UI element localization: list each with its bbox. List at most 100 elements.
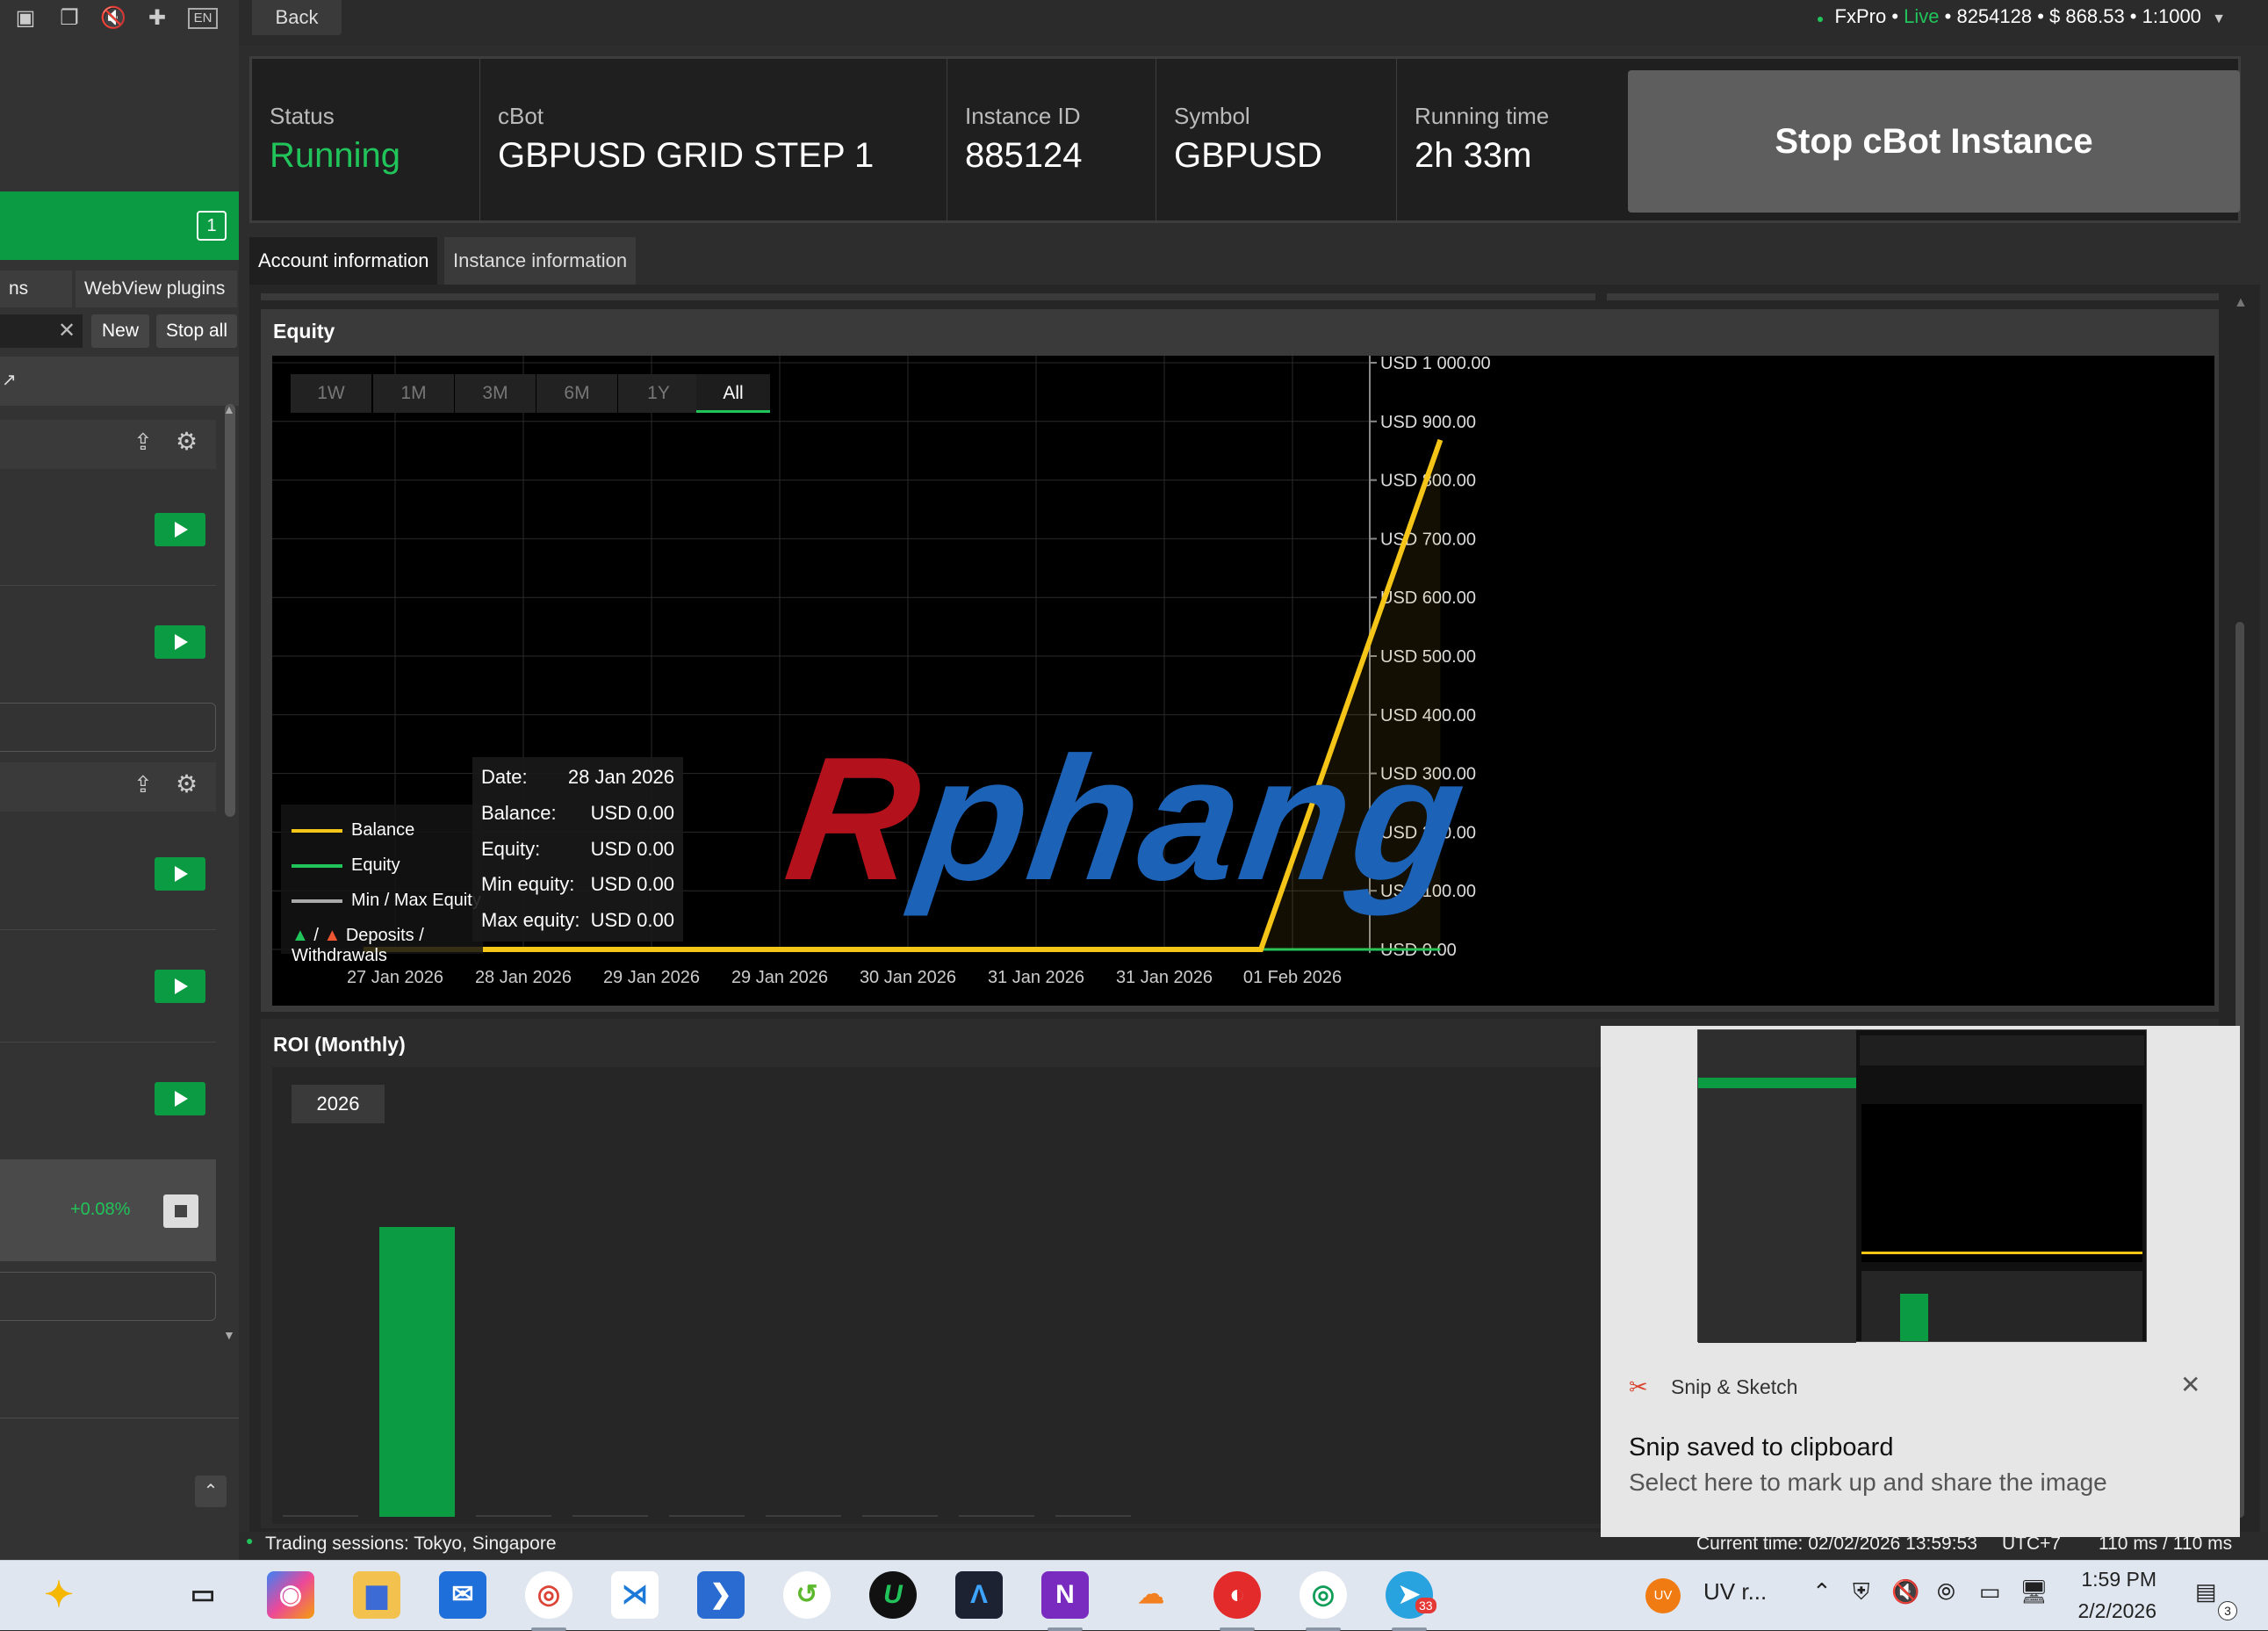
settings-icon[interactable]: ⚙ [176,769,198,798]
instance-pnl: +0.08% [70,1200,131,1219]
legend-balance: Balance [292,820,414,841]
tab-instance-information[interactable]: Instance information [444,237,637,285]
collapsed-panel-strip [1607,293,2219,300]
tab-account-information[interactable]: Account information [249,237,438,285]
roi-chart-svg [283,1227,1131,1517]
battery-icon[interactable]: ▭ [1979,1578,2001,1606]
roi-year-button[interactable]: 2026 [292,1085,385,1123]
play-button[interactable] [155,513,205,546]
volume-mute-icon[interactable]: 🔇 [1891,1578,1919,1606]
notification-count: 3 [2218,1601,2237,1620]
y-tick-label: USD 1 000.00 [1380,356,1491,373]
onenote-icon[interactable]: N [1041,1571,1089,1619]
snip-thumbnail[interactable] [1697,1029,2147,1343]
cloudflare-icon[interactable]: ☁ [1127,1571,1175,1619]
play-button[interactable] [155,970,205,1003]
play-button[interactable] [155,1082,205,1115]
tab-plugins-partial[interactable]: ns [0,271,72,307]
play-button[interactable] [155,625,205,659]
settings-icon[interactable]: ⚙ [176,427,198,456]
cbot-list-header[interactable] [0,357,239,406]
windows-taskbar: ✦ ▭ ◉ ▆ ✉ ◎ ⋊ ❯ ↺ U Λ N ☁ ◐ ◎ ➤ 33 UV UV… [0,1560,2268,1631]
back-button[interactable]: Back [252,0,342,35]
status-cell: Status Running [252,59,480,220]
roi-bar[interactable] [959,1515,1034,1517]
range-6m-button[interactable]: 6M [536,374,617,413]
snip-sketch-app-icon: ✂ [1629,1374,1648,1400]
symbol-value: GBPUSD [1174,136,1322,175]
x-tick-label: 29 Jan 2026 [603,968,700,987]
copilot-icon[interactable]: ◉ [267,1571,314,1619]
roi-bar[interactable] [669,1515,745,1517]
new-button[interactable]: New [91,314,149,348]
file-explorer-icon[interactable]: ▆ [353,1571,400,1619]
windows-icon[interactable]: ❐ [56,7,83,30]
roi-bar[interactable] [379,1227,455,1517]
range-1y-button[interactable]: 1Y [618,374,699,413]
roi-bar[interactable] [476,1515,551,1517]
range-1w-button[interactable]: 1W [291,374,371,413]
sidebar-scrollbar[interactable] [225,404,235,817]
clear-search-icon[interactable]: ✕ [58,318,76,343]
range-1m-button[interactable]: 1M [373,374,454,413]
share-icon[interactable]: ⇪ [133,429,153,456]
stop-cbot-instance-button[interactable]: Stop cBot Instance [1628,70,2240,213]
vscode-icon[interactable]: ⋊ [611,1571,659,1619]
clock-date[interactable]: 2/2/2026 [2069,1599,2156,1623]
tray-app-badge[interactable]: UV [1645,1578,1681,1613]
account-selector[interactable]: ● FxPro • Live • 8254128 • $ 868.53 • 1:… [1817,5,2226,28]
tray-app-label[interactable]: UV r... [1703,1578,1767,1606]
chrome-profile-icon[interactable]: ◎ [1300,1571,1347,1619]
range-all-button[interactable]: All [696,374,770,413]
notification-center-icon[interactable]: ▤ [2195,1578,2217,1606]
scroll-up-icon[interactable]: ▲ [2234,295,2248,311]
roi-bar[interactable] [1055,1515,1131,1517]
network-icon[interactable]: 🖥 [2020,1578,2048,1606]
running-indicator [1220,1627,1255,1631]
scroll-up-icon[interactable]: ▲ [223,402,235,416]
copilot-sparkle-icon[interactable]: ✦ [35,1571,83,1619]
share-icon[interactable]: ⇪ [133,771,153,798]
chart-legend: Balance Equity Min / Max Equity ▲ / ▲ De… [281,805,483,965]
task-view-icon[interactable]: ▭ [179,1571,227,1619]
close-icon[interactable]: ✕ [2180,1370,2200,1399]
plugin-icon[interactable]: ✚ [144,7,170,30]
symbol-cell: Symbol GBPUSD [1156,59,1397,220]
roi-bar[interactable] [283,1515,358,1517]
language-badge[interactable]: EN [188,8,218,29]
snip-notification[interactable]: ✂ Snip & Sketch ✕ Snip saved to clipboar… [1601,1026,2240,1537]
roi-bar[interactable] [572,1515,648,1517]
security-icon[interactable]: ⛨ [1853,1578,1870,1606]
ctrader-icon[interactable]: ◐ [1213,1571,1261,1619]
powershell-icon[interactable]: ❯ [697,1571,745,1619]
chevron-up-icon[interactable]: ⌃ [1812,1578,1832,1606]
scroll-down-icon[interactable]: ▼ [223,1328,235,1342]
toast-title: Snip saved to clipboard [1629,1433,1894,1461]
collapse-up-icon[interactable]: ⌃ [195,1476,227,1507]
mute-icon[interactable]: 🔇 [100,7,126,30]
app-leaf-icon[interactable]: ↺ [783,1571,831,1619]
stop-all-button[interactable]: Stop all [156,314,237,348]
range-3m-button[interactable]: 3M [455,374,536,413]
stop-instance-button[interactable] [163,1194,198,1228]
camera-icon[interactable]: ⦾ [1937,1578,1955,1606]
external-link-icon[interactable]: ↗ [2,369,17,391]
upwork-icon[interactable]: U [869,1571,917,1619]
status-value: Running [270,136,401,175]
screen-icon[interactable]: ▣ [12,7,39,30]
roi-bar[interactable] [862,1515,938,1517]
roi-chart [272,1067,1607,1524]
mail-icon[interactable]: ✉ [439,1571,486,1619]
roi-bar[interactable] [766,1515,841,1517]
add-instance-box[interactable] [0,703,216,752]
account-id: 8254128 [1956,5,2033,27]
clock-time[interactable]: 1:59 PM [2074,1568,2156,1591]
arc-icon[interactable]: Λ [955,1571,1003,1619]
watermark-logo: Rphang [776,721,1480,917]
roi-title: ROI (Monthly) [273,1033,406,1056]
chrome-icon[interactable]: ◎ [525,1571,572,1619]
add-instance-box[interactable] [0,1272,216,1321]
play-button[interactable] [155,857,205,891]
tab-webview-plugins[interactable]: WebView plugins [76,271,237,307]
legend-min-max-equity: Min / Max Equity [292,891,481,911]
